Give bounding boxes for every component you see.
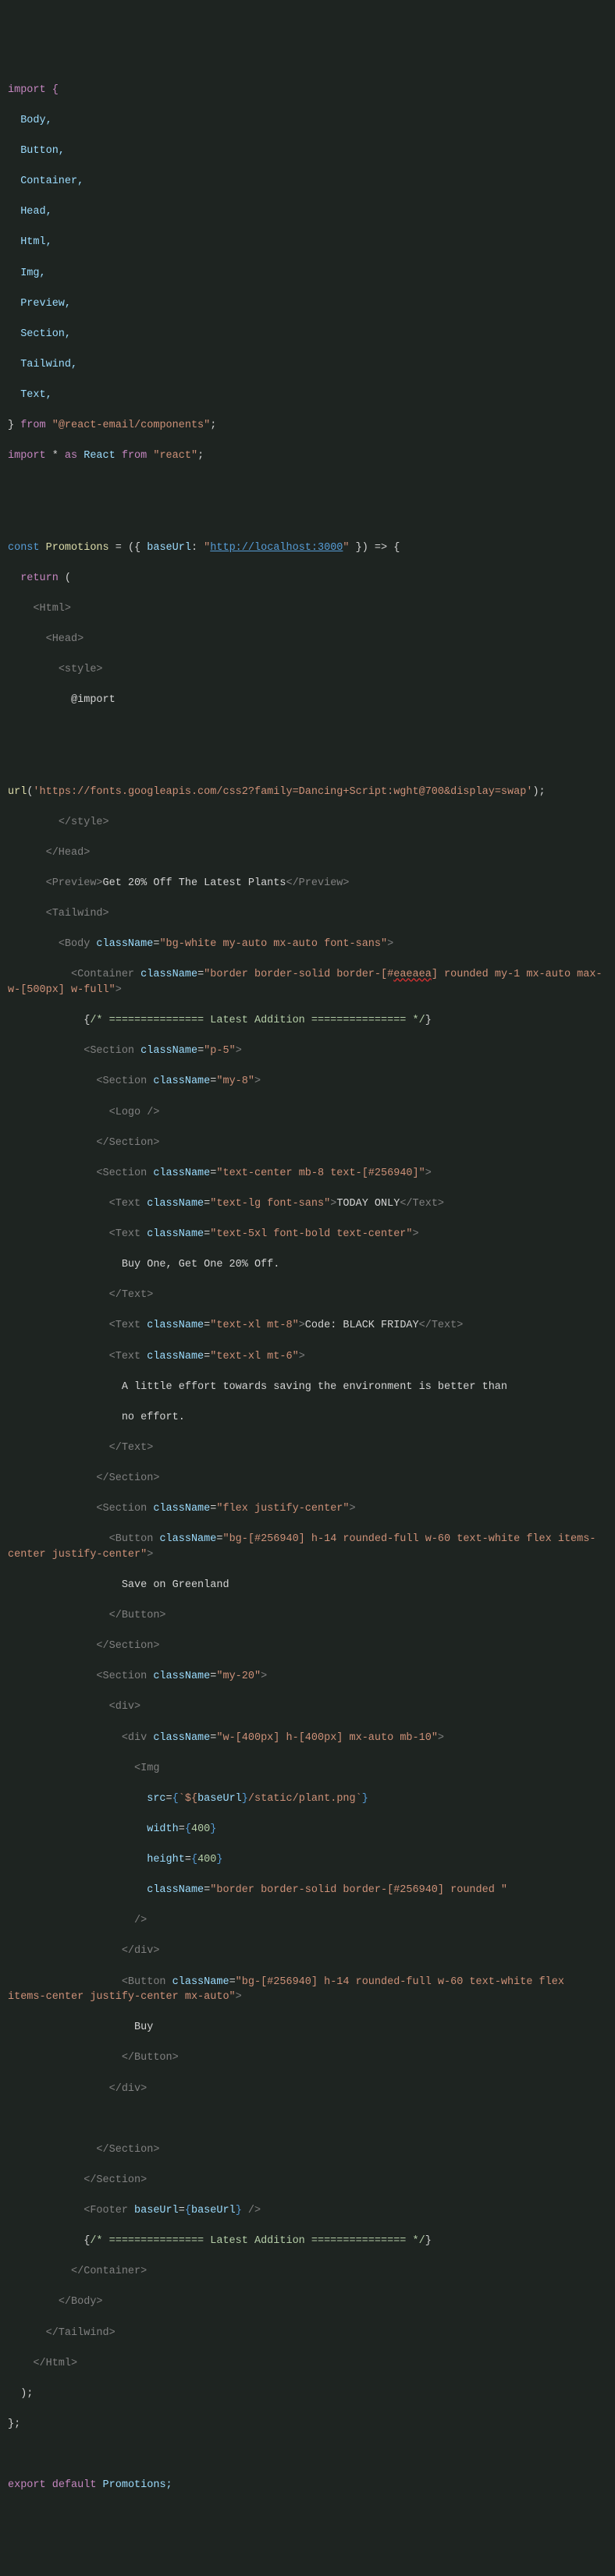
code-line: <div> [8,1699,607,1715]
code-line: return ( [8,571,607,586]
code-line [8,754,607,770]
code-line: Tailwind, [8,357,607,373]
code-line: Buy One, Get One 20% Off. [8,1257,607,1273]
code-line: <Text className="text-5xl font-bold text… [8,1227,607,1242]
code-line: </Section> [8,1639,607,1654]
code-line: Button, [8,144,607,159]
code-line: <Text className="text-xl mt-8">Code: BLA… [8,1318,607,1334]
code-line: Save on Greenland [8,1578,607,1593]
code-line: import { [8,83,607,98]
code-line: <Tailwind> [8,906,607,922]
code-line: {/* =============== Latest Addition ====… [8,2234,607,2249]
code-line: url('https://fonts.googleapis.com/css2?f… [8,785,607,800]
code-line: ); [8,2386,607,2402]
code-line: <Section className="p-5"> [8,1044,607,1059]
code-line: className="border border-solid border-[#… [8,1883,607,1898]
code-line: <Text className="text-xl mt-6"> [8,1349,607,1365]
code-line: </Html> [8,2356,607,2372]
code-line: <style> [8,662,607,678]
code-line: </div> [8,1944,607,1959]
code-line: src={`${baseUrl}/static/plant.png`} [8,1791,607,1807]
code-line: </Button> [8,2050,607,2066]
code-line: </Button> [8,1608,607,1624]
code-line: </Head> [8,845,607,861]
code-line: /> [8,1913,607,1929]
code-line: const Promotions = ({ baseUrl: "http://l… [8,540,607,556]
code-line: </Text> [8,1288,607,1303]
code-line: export default Promotions; [8,2478,607,2493]
code-line: <Section className="flex justify-center"… [8,1501,607,1517]
code-line: <Footer baseUrl={baseUrl} /> [8,2203,607,2219]
code-line: Img, [8,266,607,282]
code-line: <Section className="my-20"> [8,1669,607,1685]
code-line: <Head> [8,632,607,647]
code-line: <Img [8,1761,607,1777]
spell-error[interactable]: eaeaea [393,969,432,980]
code-line: </Tailwind> [8,2326,607,2341]
code-line: Container, [8,174,607,190]
code-line: </div> [8,2082,607,2097]
code-line: </Body> [8,2294,607,2310]
code-line: <Body className="bg-white my-auto mx-aut… [8,937,607,952]
code-line: <Button className="bg-[#256940] h-14 rou… [8,1975,607,2005]
code-line: <div className="w-[400px] h-[400px] mx-a… [8,1731,607,1746]
code-line: </style> [8,815,607,831]
code-editor-content[interactable]: import { Body, Button, Container, Head, … [8,67,607,2508]
code-line: {/* =============== Latest Addition ====… [8,1013,607,1029]
code-line [8,479,607,494]
code-line: Buy [8,2020,607,2036]
code-line: <Logo /> [8,1105,607,1121]
code-line: @import [8,693,607,708]
code-line: </Container> [8,2264,607,2280]
code-line: </Text> [8,1440,607,1456]
code-line: Preview, [8,296,607,312]
code-line: </Section> [8,2173,607,2188]
url-link[interactable]: http://localhost:3000 [210,542,343,554]
code-line: Section, [8,327,607,342]
code-line: <Section className="my-8"> [8,1074,607,1090]
code-line: </Section> [8,1136,607,1151]
code-line: width={400} [8,1822,607,1837]
code-line: no effort. [8,1410,607,1426]
code-line: }; [8,2417,607,2432]
code-line: Html, [8,235,607,250]
code-line: </Section> [8,2142,607,2158]
code-line: A little effort towards saving the envir… [8,1380,607,1395]
code-line: <Button className="bg-[#256940] h-14 rou… [8,1532,607,1562]
code-line: height={400} [8,1852,607,1868]
code-line: Head, [8,204,607,220]
code-line: <Container className="border border-soli… [8,967,607,997]
code-line: <Text className="text-lg font-sans">TODA… [8,1196,607,1212]
code-line: </Section> [8,1471,607,1486]
code-line [8,2112,607,2128]
code-line [8,510,607,526]
code-line: <Preview>Get 20% Off The Latest Plants</… [8,876,607,891]
code-line: import * as React from "react"; [8,448,607,464]
code-line [8,2447,607,2463]
code-line [8,723,607,739]
code-line: } from "@react-email/components"; [8,418,607,434]
code-line: Text, [8,388,607,403]
code-line: Body, [8,113,607,129]
code-line: <Section className="text-center mb-8 tex… [8,1166,607,1182]
code-line: <Html> [8,601,607,617]
